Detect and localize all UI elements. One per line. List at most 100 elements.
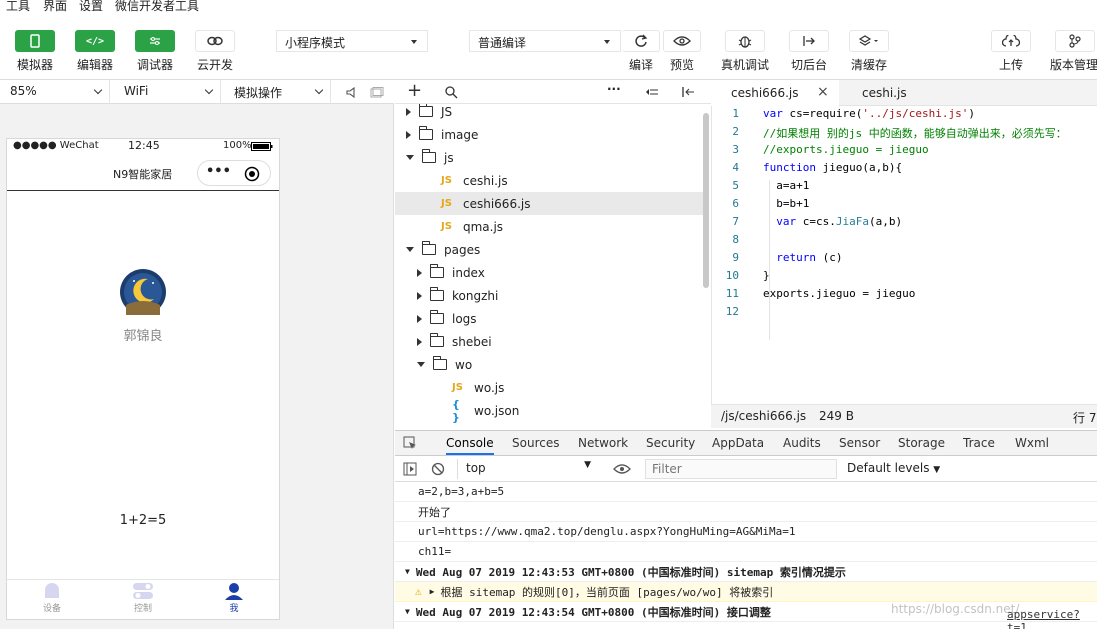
tree-item-label: shebei	[452, 334, 492, 349]
editor-tab[interactable]: ceshi.js	[842, 80, 942, 106]
log-levels-select[interactable]: Default levels ▼	[847, 461, 940, 475]
caret-right-icon[interactable]	[406, 107, 411, 116]
code-line[interactable]: 7 var c=cs.JiaFa(a,b)	[712, 215, 902, 233]
console-log-row: url=https://www.qma2.top/denglu.aspx?Yon…	[395, 522, 1097, 542]
cloud-dev-button[interactable]	[195, 30, 235, 52]
console-filter-input[interactable]	[645, 459, 837, 479]
code-line[interactable]: 5 a=a+1	[712, 179, 809, 197]
add-file-icon[interactable]: +	[407, 80, 422, 101]
console-group-row[interactable]: ▼ Wed Aug 07 2019 12:43:53 GMT+0800 (中国标准…	[395, 562, 1097, 582]
console-warning-row[interactable]: ⚠ ▶ 根据 sitemap 的规则[0]，当前页面 [pages/wo/wo] 将…	[395, 582, 1097, 602]
version-button[interactable]	[1055, 30, 1095, 52]
devtools-tab-storage[interactable]: Storage	[898, 436, 945, 450]
context-select[interactable]: top ▼	[457, 459, 599, 479]
tab-me[interactable]: 我	[211, 582, 257, 614]
zoom-select[interactable]: 85%	[0, 80, 110, 104]
editor-tab-active[interactable]: ceshi666.js ×	[711, 80, 839, 106]
tree-item-ceshi666-js[interactable]: JS ceshi666.js	[395, 192, 705, 215]
caret-right-icon[interactable]	[417, 268, 422, 277]
tree-item-qma-js[interactable]: JS qma.js	[395, 215, 705, 238]
code-line[interactable]: 10}	[712, 269, 770, 287]
devtools-tab-console[interactable]: Console	[446, 436, 494, 455]
more-icon[interactable]: ···	[607, 82, 621, 96]
caret-down-icon[interactable]: ▼	[405, 567, 410, 576]
tree-item-pages[interactable]: pages	[395, 238, 705, 261]
tree-item-js[interactable]: js	[395, 146, 705, 169]
devtools-tab-wxml[interactable]: Wxml	[1015, 436, 1049, 450]
sidebar-toggle-icon[interactable]	[403, 462, 417, 476]
code-line[interactable]: 6 b=b+1	[712, 197, 809, 215]
close-icon[interactable]: ×	[817, 84, 829, 100]
caret-right-icon[interactable]	[417, 314, 422, 323]
upload-button[interactable]	[991, 30, 1031, 52]
speaker-icon[interactable]	[346, 87, 356, 98]
debugger-button[interactable]	[135, 30, 175, 52]
menu-settings[interactable]: 设置	[79, 0, 103, 14]
caret-down-icon[interactable]: ▼	[405, 607, 410, 616]
clear-console-icon[interactable]	[431, 462, 445, 476]
tab-device[interactable]: 设备	[29, 582, 75, 614]
devtools-tab-sensor[interactable]: Sensor	[839, 436, 880, 450]
remote-debug-button[interactable]	[725, 30, 765, 52]
code-line[interactable]: 8	[712, 233, 763, 251]
operation-select[interactable]: 模拟操作	[224, 80, 331, 104]
caret-down-icon[interactable]	[406, 247, 414, 252]
devtools-tab-security[interactable]: Security	[646, 436, 695, 450]
simulator-button[interactable]	[15, 30, 55, 52]
caret-right-icon[interactable]	[417, 337, 422, 346]
menu-devtools[interactable]: 微信开发者工具	[115, 0, 199, 14]
code-editor[interactable]: 1 var cs=require('../js/ceshi.js') 2 //如果想用…	[711, 106, 1097, 404]
compile-mode-value: 普通编译	[478, 36, 527, 50]
preview-button[interactable]	[663, 30, 701, 52]
window-icon[interactable]	[370, 87, 384, 98]
devtools-tab-sources[interactable]: Sources	[512, 436, 559, 450]
tree-item-kongzhi[interactable]: kongzhi	[395, 284, 705, 307]
caret-right-icon[interactable]	[417, 291, 422, 300]
toggle-panel-icon[interactable]	[681, 86, 695, 98]
tree-item-js[interactable]: JS	[395, 104, 705, 123]
editor-button[interactable]: </>	[75, 30, 115, 52]
clear-cache-button[interactable]	[849, 30, 889, 52]
tree-item-image[interactable]: image	[395, 123, 705, 146]
code-line[interactable]: 4 function jieguo(a,b){	[712, 161, 902, 179]
devtools-tab-appdata[interactable]: AppData	[712, 436, 764, 450]
code-line[interactable]: 9 return (c)	[712, 251, 842, 269]
code-line[interactable]: 3 //exports.jieguo = jieguo	[712, 143, 928, 161]
code-line[interactable]: 1 var cs=require('../js/ceshi.js')	[712, 107, 975, 125]
tree-item-wo-json[interactable]: { } wo.json	[395, 398, 705, 424]
tree-item-ceshi-js[interactable]: JS ceshi.js	[395, 169, 705, 192]
caret-down-icon[interactable]	[417, 362, 425, 367]
tree-item-logs[interactable]: logs	[395, 307, 705, 330]
code-line[interactable]: 12	[712, 305, 763, 323]
compile-mode-select[interactable]: 普通编译	[469, 30, 621, 52]
code-line[interactable]: 11 exports.jieguo = jieguo	[712, 287, 916, 305]
code-line[interactable]: 2 //如果想用 别的js 中的函数，能够自动弹出来，必须先写：	[712, 125, 1066, 143]
menu-capsule[interactable]: •••	[197, 160, 271, 186]
background-button[interactable]	[789, 30, 829, 52]
tree-item-wo-js[interactable]: JS wo.js	[395, 376, 705, 399]
caret-right-icon[interactable]: ▶	[430, 587, 435, 596]
tree-item-wo[interactable]: wo	[395, 353, 705, 376]
menu-interface[interactable]: 界面	[43, 0, 67, 14]
more-dots-icon[interactable]: •••	[206, 164, 231, 179]
mode-select[interactable]: 小程序模式	[276, 30, 428, 52]
console-log-row: a=2,b=3,a+b=5	[395, 482, 1097, 502]
inspect-icon[interactable]	[403, 436, 417, 450]
network-select[interactable]: WiFi	[114, 80, 221, 104]
menu-tools[interactable]: 工具	[6, 0, 30, 14]
tree-scrollbar[interactable]	[703, 113, 709, 288]
devtools-tab-trace[interactable]: Trace	[963, 436, 995, 450]
compile-button[interactable]	[622, 30, 660, 52]
eye-icon[interactable]	[613, 464, 631, 474]
tree-item-index[interactable]: index	[395, 261, 705, 284]
tab-control[interactable]: 控制	[120, 582, 166, 614]
collapse-all-icon[interactable]	[645, 87, 659, 97]
avatar[interactable]	[120, 269, 166, 315]
devtools-tab-network[interactable]: Network	[578, 436, 628, 450]
caret-right-icon[interactable]	[406, 130, 411, 139]
close-target-icon[interactable]	[244, 166, 260, 182]
caret-down-icon[interactable]	[406, 155, 414, 160]
devtools-tab-audits[interactable]: Audits	[783, 436, 821, 450]
search-icon[interactable]	[445, 86, 458, 99]
tree-item-shebei[interactable]: shebei	[395, 330, 705, 353]
